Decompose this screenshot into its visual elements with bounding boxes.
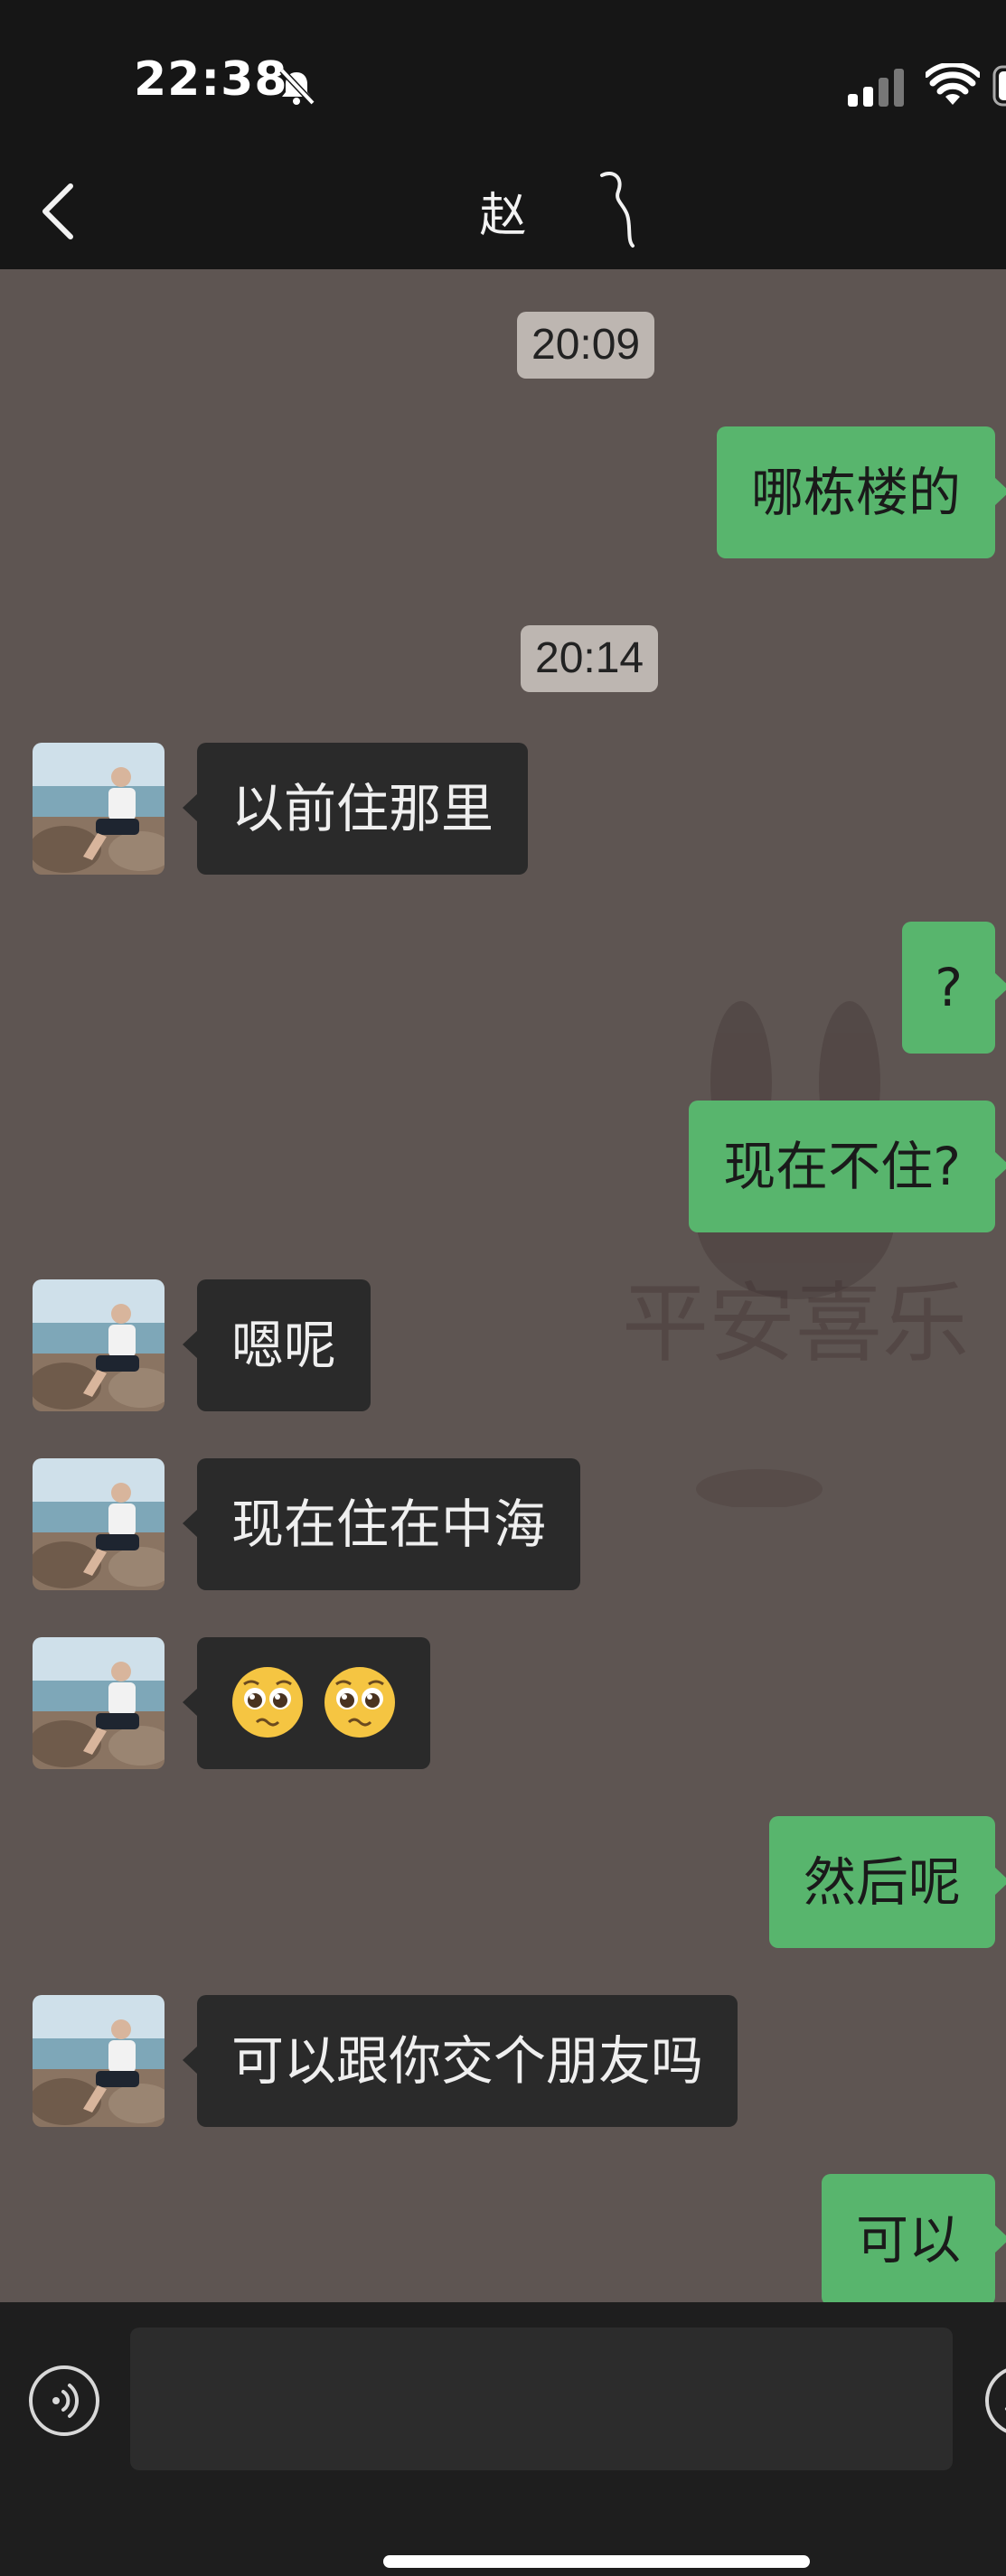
received-message-bubble[interactable]: 以前住那里 — [182, 743, 529, 875]
voice-icon[interactable] — [27, 2364, 101, 2438]
sent-message-bubble[interactable]: ? — [902, 922, 1006, 1054]
sent-message-bubble[interactable]: 现在不住? — [689, 1101, 1006, 1232]
wifi-icon — [926, 63, 980, 105]
received-message-bubble[interactable]: 嗯呢 — [182, 1279, 371, 1411]
bunny-watermark: 平安喜乐 — [622, 1001, 969, 1507]
signal-icon — [848, 69, 904, 107]
watermark-text: 平安喜乐 — [622, 1273, 969, 1374]
pleading-face-icon — [232, 1666, 303, 1738]
top-bar: 22:38 赵 — [0, 0, 1006, 269]
input-bar — [0, 2302, 1006, 2576]
received-message-bubble[interactable]: 可以跟你交个朋友吗 — [182, 1995, 738, 2127]
contact-avatar[interactable] — [33, 743, 165, 875]
contact-avatar[interactable] — [33, 1995, 165, 2127]
battery-icon — [992, 65, 1006, 107]
chat-screen: 22:38 赵 平安喜乐 20:09 哪栋楼的 20:14 以前住那里 ? 现在… — [0, 0, 1006, 2576]
received-message-bubble[interactable]: 现在住在中海 — [182, 1458, 581, 1590]
contact-name: 赵 — [479, 189, 527, 243]
home-indicator[interactable] — [383, 2555, 810, 2568]
timestamp-chip: 20:09 — [517, 312, 655, 379]
bell-slash-icon — [279, 68, 315, 106]
contact-avatar[interactable] — [33, 1458, 165, 1590]
sent-message-bubble[interactable]: 可以 — [821, 2174, 1006, 2306]
received-emoji-bubble[interactable] — [182, 1637, 431, 1769]
message-input[interactable] — [130, 2328, 953, 2470]
sent-message-bubble[interactable]: 然后呢 — [768, 1816, 1006, 1948]
contact-avatar[interactable] — [33, 1637, 165, 1769]
chat-area[interactable]: 平安喜乐 20:09 哪栋楼的 20:14 以前住那里 ? 现在不住? 嗯呢 现… — [0, 269, 1006, 2306]
contact-avatar[interactable] — [33, 1279, 165, 1411]
emoji-icon[interactable] — [983, 2364, 1006, 2438]
status-time: 22:38 — [134, 52, 288, 107]
pleading-face-icon — [324, 1666, 396, 1738]
name-scribble-decoration — [600, 172, 635, 248]
sent-message-bubble[interactable]: 哪栋楼的 — [716, 426, 1006, 558]
timestamp-chip: 20:14 — [521, 625, 659, 692]
